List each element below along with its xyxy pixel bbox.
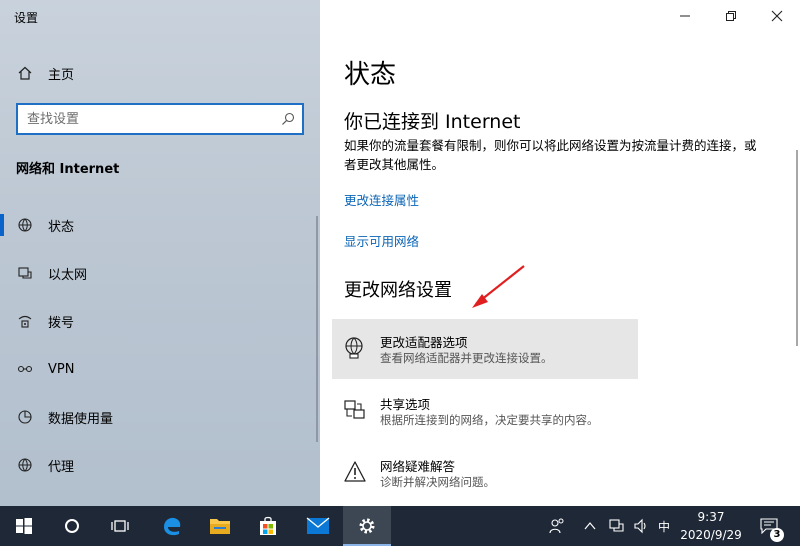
page-title: 状态 [344, 60, 397, 90]
sidebar-item-label: 状态 [48, 219, 75, 235]
start-button[interactable] [0, 506, 48, 546]
edge-button[interactable] [148, 506, 196, 546]
sidebar-item-label: 拨号 [48, 315, 75, 331]
sidebar-item-vpn[interactable]: VPN [0, 353, 320, 385]
dialup-icon [17, 313, 33, 329]
clock-time: 9:37 [697, 510, 725, 524]
sharing-options-item[interactable]: 共享选项 根据所连接到的网络，决定要共享的内容。 [332, 381, 638, 441]
status-icon [17, 217, 33, 233]
people-icon [549, 518, 564, 534]
clock[interactable]: 9:37 2020/9/29 [676, 508, 746, 544]
connection-status-description: 如果你的流量套餐有限制，则你可以将此网络设置为按流量计费的连接，或者更改其他属性… [344, 138, 757, 172]
sidebar-item-label: 以太网 [48, 267, 88, 283]
adapter-globe-icon [342, 335, 368, 361]
connection-status-heading: 你已连接到 Internet [344, 111, 521, 133]
restore-icon [726, 11, 736, 21]
option-description: 诊断并解决网络问题。 [380, 475, 495, 489]
sidebar-item-label: VPN [48, 361, 75, 377]
nav-home[interactable]: 主页 [0, 57, 320, 89]
network-ethernet-icon [609, 519, 624, 532]
sidebar-item-ethernet[interactable]: 以太网 [0, 257, 320, 289]
window-title: 设置 [14, 11, 39, 25]
task-view-button[interactable] [96, 506, 144, 546]
change-connection-properties-link[interactable]: 更改连接属性 [344, 190, 419, 209]
red-arrow-annotation [472, 265, 525, 308]
maximize-button[interactable] [708, 0, 754, 32]
start-icon [16, 518, 32, 534]
nav-home-label: 主页 [48, 67, 75, 83]
edge-icon [164, 517, 181, 536]
close-button[interactable] [754, 0, 800, 32]
cortana-icon [65, 519, 79, 533]
proxy-icon [17, 457, 33, 473]
sidebar-item-data-usage[interactable]: 数据使用量 [0, 401, 320, 433]
network-troubleshooter-item[interactable]: 网络疑难解答 诊断并解决网络问题。 [332, 443, 638, 503]
data-usage-icon [17, 409, 33, 425]
store-icon [260, 516, 276, 535]
settings-button[interactable] [343, 506, 391, 546]
option-title: 更改适配器选项 [380, 335, 468, 350]
minimize-button[interactable] [662, 0, 708, 32]
cortana-button[interactable] [48, 506, 96, 546]
search-icon[interactable] [280, 111, 296, 131]
option-title: 共享选项 [380, 397, 431, 412]
store-button[interactable] [244, 506, 292, 546]
sharing-icon [342, 397, 368, 423]
chevron-up-icon [584, 522, 596, 530]
mail-icon [306, 517, 330, 534]
option-title: 网络疑难解答 [380, 459, 456, 474]
settings-icon [359, 518, 375, 534]
mail-button[interactable] [294, 506, 342, 546]
taskbar: 中 9:37 2020/9/29 3 [0, 506, 800, 546]
task-view-icon [111, 520, 129, 532]
sidebar-item-label: 代理 [48, 459, 75, 475]
home-icon [17, 65, 33, 81]
settings-sidebar: 设置 主页 网络和 Internet 状态 以太网 拨号 [0, 0, 320, 506]
change-network-settings-heading: 更改网络设置 [344, 280, 452, 301]
file-explorer-button[interactable] [196, 506, 244, 546]
clock-date: 2020/9/29 [680, 528, 742, 542]
sidebar-item-proxy[interactable]: 代理 [0, 449, 320, 481]
close-icon [771, 10, 783, 22]
search-box[interactable] [16, 103, 304, 135]
volume-button[interactable] [630, 506, 652, 546]
minimize-icon [680, 15, 690, 17]
content-scrollbar[interactable] [796, 150, 798, 346]
volume-icon [634, 518, 646, 534]
sidebar-scrollbar[interactable] [316, 216, 318, 442]
section-heading: 网络和 Internet [16, 162, 120, 177]
people-button[interactable] [544, 506, 570, 546]
notification-count-badge: 3 [770, 528, 784, 542]
network-tray-button[interactable] [606, 506, 628, 546]
option-description: 根据所连接到的网络，决定要共享的内容。 [380, 413, 599, 427]
sidebar-item-status[interactable]: 状态 [0, 209, 320, 241]
warning-icon [342, 459, 368, 485]
content-pane: 状态 你已连接到 Internet 如果你的流量套餐有限制，则你可以将此网络设置… [320, 0, 800, 506]
option-description: 查看网络适配器并更改连接设置。 [380, 351, 553, 365]
file-explorer-icon [210, 519, 230, 534]
sidebar-item-label: 数据使用量 [48, 411, 114, 427]
show-available-networks-link[interactable]: 显示可用网络 [344, 231, 419, 250]
ethernet-icon [17, 265, 33, 281]
ime-indicator[interactable]: 中 [654, 506, 674, 546]
change-adapter-options-item[interactable]: 更改适配器选项 查看网络适配器并更改连接设置。 [332, 319, 638, 379]
sidebar-item-dialup[interactable]: 拨号 [0, 305, 320, 337]
show-hidden-icons-button[interactable] [580, 506, 600, 546]
vpn-icon [17, 361, 33, 377]
search-input[interactable] [18, 105, 268, 133]
